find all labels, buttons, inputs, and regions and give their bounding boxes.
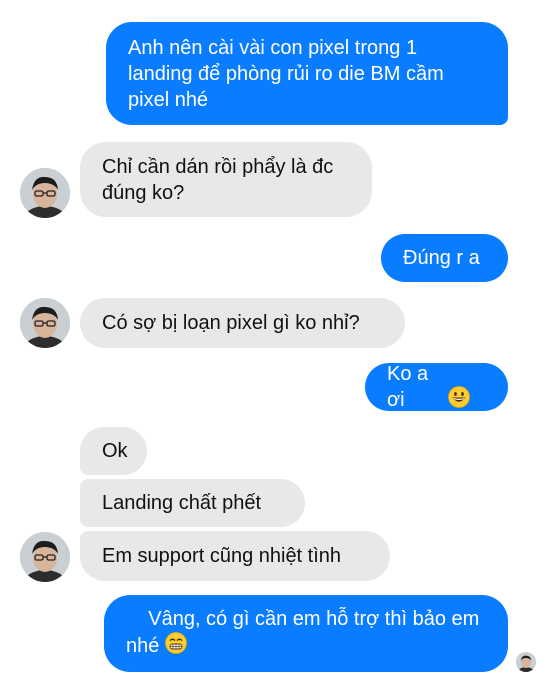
avatar-photo-icon — [20, 532, 70, 582]
message-bubble-outgoing[interactable]: Đúng r a — [381, 234, 508, 282]
avatar-photo-icon — [20, 168, 70, 218]
contact-avatar[interactable] — [20, 532, 70, 582]
contact-avatar[interactable] — [20, 298, 70, 348]
message-text: Ok — [102, 440, 128, 462]
message-text: Đúng r a — [403, 247, 480, 269]
message-text: Vâng, có gì cần em hỗ trợ thì bảo em nhé — [126, 580, 486, 687]
message-bubble-outgoing[interactable]: Ko a ơi — [365, 363, 508, 411]
message-text: Anh nên cài vài con pixel trong 1 landin… — [128, 36, 450, 111]
contact-avatar[interactable] — [20, 168, 70, 218]
avatar-photo-small-icon — [516, 652, 536, 672]
message-bubble-outgoing[interactable]: Vâng, có gì cần em hỗ trợ thì bảo em nhé — [104, 595, 508, 672]
message-bubble-outgoing[interactable]: Anh nên cài vài con pixel trong 1 landin… — [106, 22, 508, 125]
message-text: Em support cũng nhiệt tình — [102, 545, 342, 567]
grimacing-face-icon — [165, 632, 188, 661]
message-bubble-incoming[interactable]: Ok — [80, 427, 147, 475]
message-bubble-incoming[interactable]: Có sợ bị loạn pixel gì ko nhỉ? — [80, 298, 405, 348]
seen-indicator — [516, 652, 536, 672]
grinning-face-icon — [448, 334, 486, 441]
message-text: Có sợ bị loạn pixel gì ko nhỉ? — [102, 312, 360, 334]
message-bubble-incoming[interactable]: Chỉ cần dán rồi phẩy là đc đúng ko? — [80, 142, 372, 217]
message-bubble-incoming[interactable]: Em support cũng nhiệt tình — [80, 531, 390, 581]
message-text: Chỉ cần dán rồi phẩy là đc đúng ko? — [102, 155, 339, 204]
avatar-photo-icon — [20, 298, 70, 348]
message-text: Landing chất phết — [102, 492, 262, 514]
message-text: Ko a ơi — [387, 363, 434, 411]
message-bubble-incoming[interactable]: Landing chất phết — [80, 479, 305, 527]
